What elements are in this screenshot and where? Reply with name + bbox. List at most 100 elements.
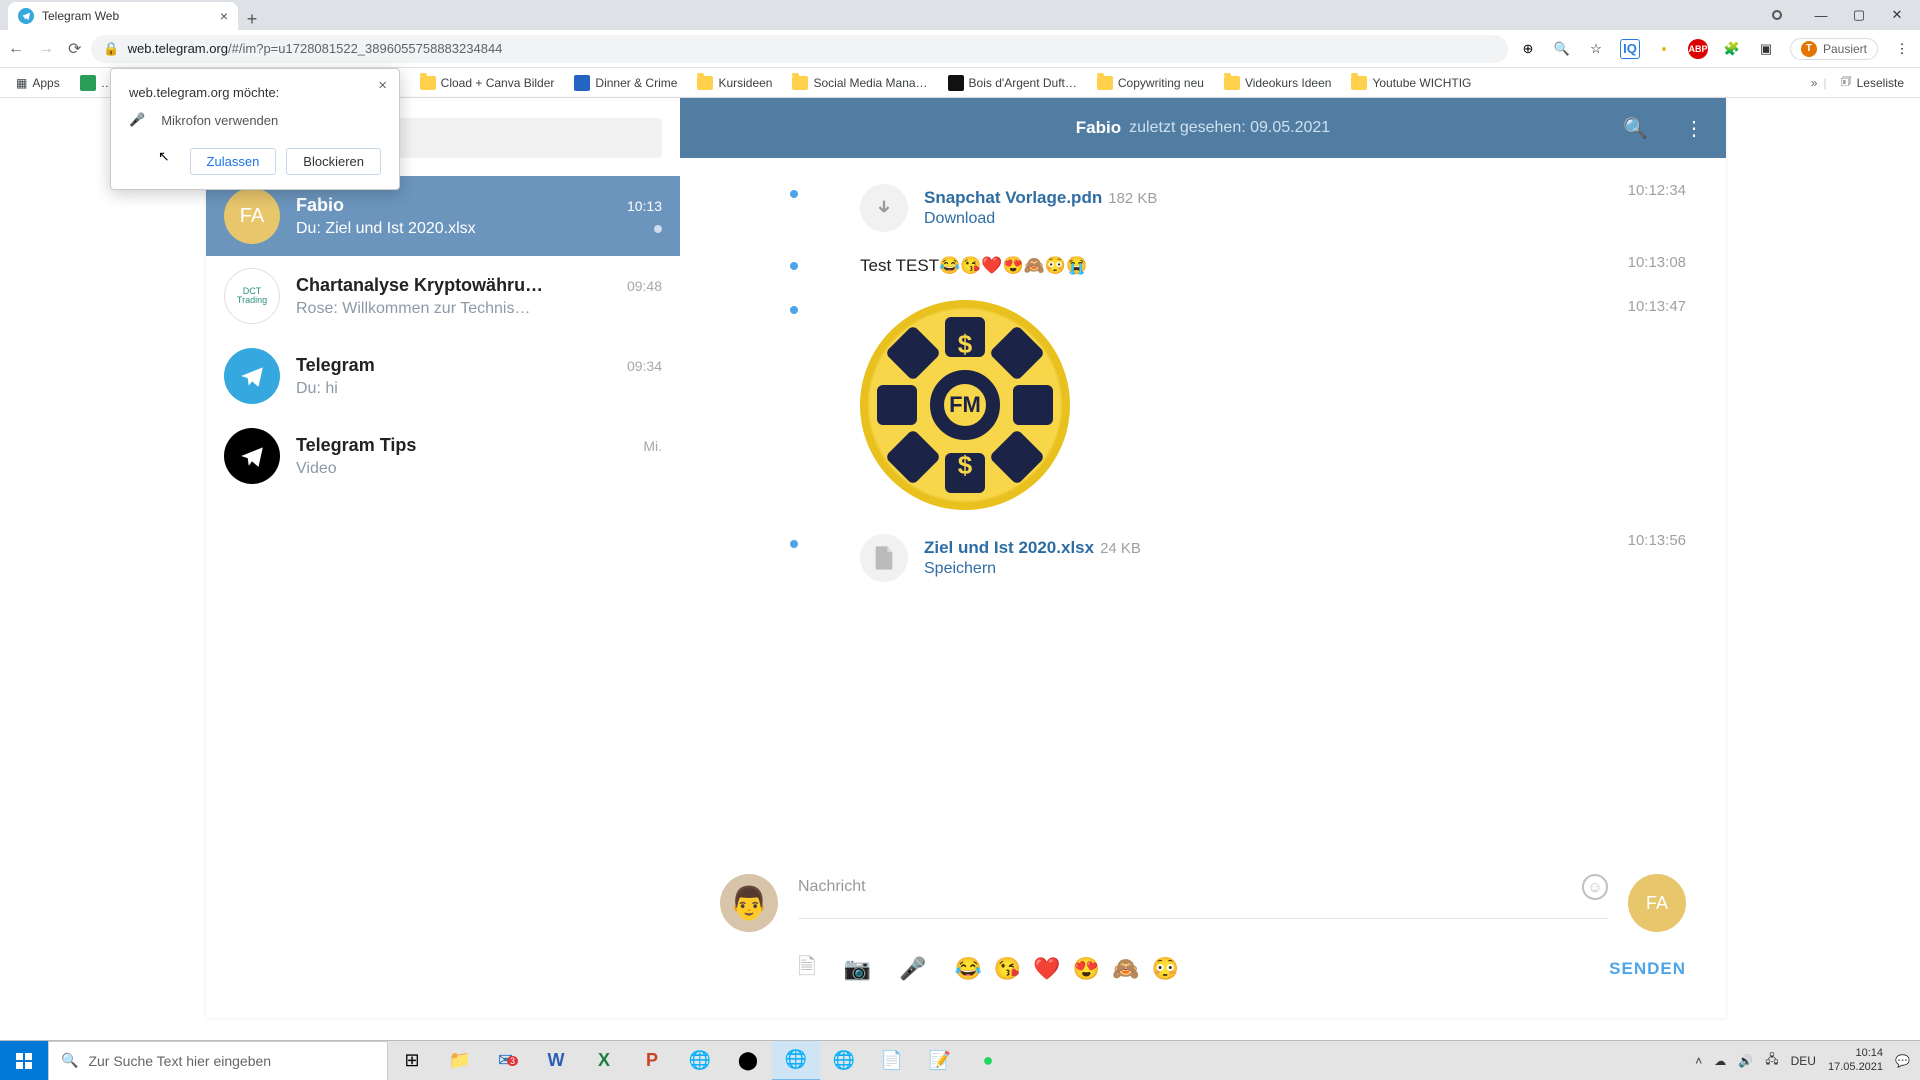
taskbar-edge-icon[interactable]: 🌐 [820,1041,868,1080]
download-icon[interactable] [860,184,908,232]
taskbar-obs-icon[interactable]: ⬤ [724,1041,772,1080]
tray-network-icon[interactable]: 🖧 [1765,1050,1778,1071]
url-host: web.telegram.org [128,41,228,56]
reading-list-button[interactable]: 🗊Leseliste [1833,72,1913,93]
attach-photo-icon[interactable]: 📷 [844,956,871,982]
permission-mic-label: Mikrofon verwenden [161,113,278,128]
chat-menu-icon[interactable]: ⋮ [1684,116,1704,141]
taskbar-chrome-icon[interactable]: 🌐 [772,1041,820,1080]
quick-emoji-row: 😂 😘 ❤️ 😍 🙈 😳 [955,956,1179,982]
message-file[interactable]: 10:13:56 Ziel und Ist 2020.xlsx24 KB Spe… [680,528,1726,600]
send-button[interactable]: SENDEN [1609,959,1686,979]
bookmark-item[interactable]: Kursideen [689,76,780,90]
bookmark-star-icon[interactable]: ☆ [1586,39,1606,59]
own-avatar[interactable]: 👨 [720,874,778,932]
bookmark-item[interactable]: Copywriting neu [1089,76,1212,90]
quick-emoji[interactable]: 🙈 [1112,956,1139,982]
folder-icon [1224,76,1240,90]
chat-row-chartanalyse[interactable]: DCTTrading Chartanalyse Kryptowähru…09:4… [206,256,680,336]
taskbar-notepad-icon[interactable]: 📝 [916,1041,964,1080]
nav-back-button[interactable]: ← [8,40,24,58]
message-sticker[interactable]: 10:13:47 $$ FM [680,294,1726,528]
permission-allow-button[interactable]: Zulassen [190,148,277,175]
browser-menu-icon[interactable]: ⋮ [1892,39,1912,59]
voice-message-icon[interactable]: 🎤 [899,956,926,982]
quick-emoji[interactable]: 😘 [994,956,1021,982]
window-close-button[interactable]: ✕ [1880,4,1914,26]
quick-emoji[interactable]: ❤️ [1033,956,1060,982]
taskbar-outlook-icon[interactable]: ✉3 [484,1041,532,1080]
tray-volume-icon[interactable]: 🔊 [1738,1054,1753,1068]
permission-block-button[interactable]: Blockieren [286,148,381,175]
recipient-avatar[interactable]: FA [1628,874,1686,932]
extension-iq-icon[interactable]: IQ [1620,39,1640,59]
tray-notifications-icon[interactable]: 💬 [1895,1054,1910,1068]
taskbar-search-input[interactable]: 🔍 Zur Suche Text hier eingeben [48,1041,388,1080]
taskbar-spotify-icon[interactable]: ● [964,1041,1012,1080]
conversation-header[interactable]: Fabio zuletzt gesehen: 09.05.2021 🔍 ⋮ [680,98,1726,158]
browser-tab-active[interactable]: Telegram Web × [8,2,238,30]
tray-chevron-icon[interactable]: ˄ [1695,1054,1702,1068]
message-input[interactable]: Nachricht ☺ [798,874,1608,919]
bookmark-item[interactable]: Videokurs Ideen [1216,76,1340,90]
bookmark-item[interactable]: Bois d'Argent Duft… [940,75,1085,91]
tray-language[interactable]: DEU [1791,1054,1816,1068]
message-file[interactable]: 10:12:34 Snapchat Vorlage.pdn182 KB Down… [680,178,1726,250]
new-tab-button[interactable]: + [238,9,266,30]
favicon-icon [80,75,96,91]
tab-close-icon[interactable]: × [220,8,228,24]
chat-row-telegram-tips[interactable]: Telegram TipsMi. Video [206,416,680,496]
tray-clock[interactable]: 10:14 17.05.2021 [1828,1047,1883,1073]
taskbar-word-icon[interactable]: W [532,1041,580,1080]
extension-abp-icon[interactable]: ABP [1688,39,1708,59]
task-view-icon[interactable]: ⊞ [388,1041,436,1080]
message-time: 10:12:34 [1628,182,1686,199]
extensions-puzzle-icon[interactable]: 🧩 [1722,39,1742,59]
start-button[interactable] [0,1041,48,1080]
window-minimize-button[interactable]: — [1804,4,1838,26]
taskbar-explorer-icon[interactable]: 📁 [436,1041,484,1080]
emoji-picker-icon[interactable]: ☺ [1582,874,1608,900]
site-lock-icon[interactable]: 🔒 [103,41,119,57]
chat-sidebar: 🔍 Suchen FA Fabio10:13 Du: Ziel und Ist … [206,98,680,1018]
apps-grid-icon: ▦ [16,76,27,90]
file-download-link[interactable]: Download [924,210,1157,228]
attach-file-icon[interactable]: 🗎 [798,950,816,988]
permission-close-button[interactable]: × [378,77,387,94]
nav-reload-button[interactable]: ⟳ [68,39,81,59]
taskbar-powerpoint-icon[interactable]: P [628,1041,676,1080]
install-app-icon[interactable]: ⊕ [1518,39,1538,59]
chat-time: 09:48 [627,278,662,294]
bookmark-item[interactable]: Youtube WICHTIG [1343,76,1479,90]
quick-emoji[interactable]: 😍 [1073,956,1100,982]
file-icon[interactable] [860,534,908,582]
taskbar-excel-icon[interactable]: X [580,1041,628,1080]
apps-shortcut[interactable]: ▦Apps [8,76,68,90]
tray-onedrive-icon[interactable]: ☁ [1714,1054,1726,1068]
bookmarks-overflow-icon[interactable]: » [1811,76,1818,90]
message-list[interactable]: 10:12:34 Snapchat Vorlage.pdn182 KB Down… [680,158,1726,864]
window-maximize-button[interactable]: ▢ [1842,4,1876,26]
url-input[interactable]: 🔒 web.telegram.org/#/im?p=u1728081522_38… [91,35,1508,63]
extension-save-icon[interactable]: ▣ [1756,39,1776,59]
bookmark-item[interactable]: Social Media Mana… [784,76,935,90]
folder-icon [1097,76,1113,90]
extension-generic-icon[interactable]: ▪ [1654,39,1674,59]
message-time: 10:13:56 [1628,532,1686,549]
chat-row-telegram[interactable]: Telegram09:34 Du: hi [206,336,680,416]
chat-preview: Rose: Willkommen zur Technis… [296,300,530,318]
bookmark-item[interactable]: Dinner & Crime [566,75,685,91]
taskbar-app-icon[interactable]: 📄 [868,1041,916,1080]
zoom-icon[interactable]: 🔍 [1552,39,1572,59]
profile-paused-badge[interactable]: T Pausiert [1790,38,1878,60]
taskbar-app-icon[interactable]: 🌐 [676,1041,724,1080]
nav-forward-button[interactable]: → [38,40,54,58]
message-text[interactable]: 10:13:08 Test TEST😂😘❤️😍🙈😳😭 [680,250,1726,294]
account-indicator-icon[interactable] [1772,10,1782,20]
quick-emoji[interactable]: 😂 [955,956,982,982]
avatar: FA [224,188,280,244]
file-save-link[interactable]: Speichern [924,560,1141,578]
quick-emoji[interactable]: 😳 [1152,956,1179,982]
search-in-chat-icon[interactable]: 🔍 [1623,116,1648,141]
bookmark-item[interactable]: Cload + Canva Bilder [412,76,563,90]
